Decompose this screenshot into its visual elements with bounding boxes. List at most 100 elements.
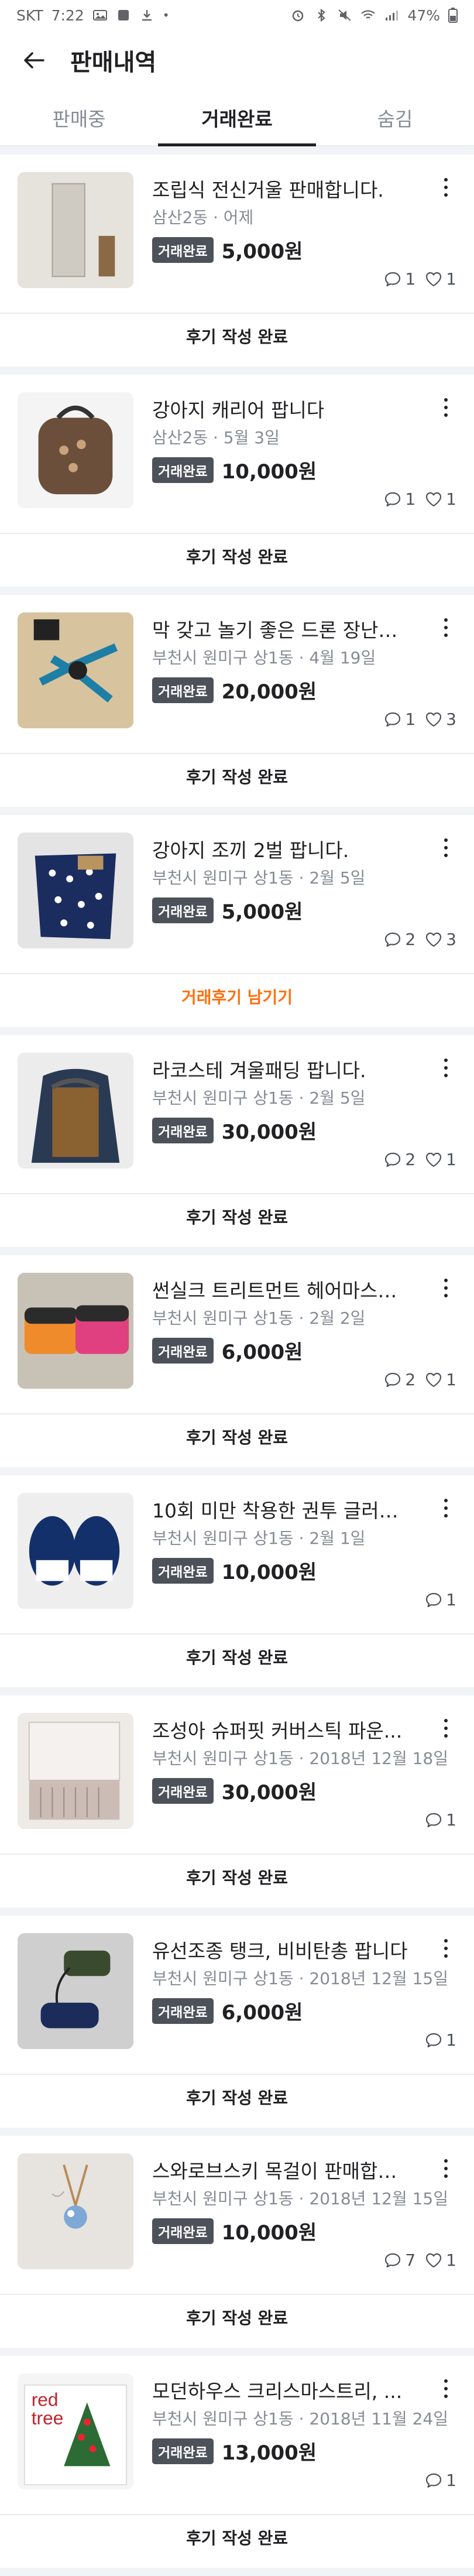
app-bar: 판매내역 <box>0 30 474 90</box>
item-divider <box>0 1027 474 1035</box>
more-options-button[interactable] <box>439 1717 453 1740</box>
item-price: 6,000원 <box>221 1341 303 1364</box>
item-thumbnail[interactable] <box>18 392 133 508</box>
comment-count-group: 7 <box>384 2250 415 2270</box>
item-thumbnail[interactable] <box>18 612 133 728</box>
sold-item-6[interactable]: 썬실크 트리트먼트 헤어마스크... 부천시 원미구 상1동 · 2월 2일 거… <box>0 1255 474 1467</box>
sold-item-5[interactable]: 라코스테 겨울패딩 팝니다. 부천시 원미구 상1동 · 2월 5일 거래완료 … <box>0 1035 474 1247</box>
notification-icon <box>118 10 129 20</box>
status-badge: 거래완료 <box>152 1337 214 1364</box>
item-thumbnail[interactable] <box>18 1273 133 1389</box>
signal-icon <box>386 11 399 20</box>
review-button[interactable]: 후기 작성 완료 <box>0 1413 474 1459</box>
item-title[interactable]: 막 갖고 놀기 좋은 드론 장난감 ... <box>152 615 410 643</box>
review-button[interactable]: 후기 작성 완료 <box>0 1854 474 1899</box>
back-button[interactable] <box>21 47 47 73</box>
item-price: 30,000원 <box>221 1781 317 1804</box>
item-thumbnail[interactable] <box>18 833 133 948</box>
review-button[interactable]: 후기 작성 완료 <box>0 2294 474 2339</box>
sold-item-10[interactable]: 스와로브스키 목걸이 판매합니... 부천시 원미구 상1동 · 2018년 1… <box>0 2136 474 2348</box>
item-price: 6,000원 <box>221 2001 303 2025</box>
arrow-left-icon <box>24 52 44 68</box>
item-title[interactable]: 라코스테 겨울패딩 팝니다. <box>152 1055 410 1083</box>
more-options-button[interactable] <box>439 836 453 859</box>
mute-icon <box>338 9 352 21</box>
comment-count: 1 <box>446 1590 456 1609</box>
item-thumbnail[interactable] <box>18 2153 133 2269</box>
item-thumbnail[interactable] <box>18 1933 133 2049</box>
item-divider <box>0 807 474 815</box>
item-title[interactable]: 조성아 슈퍼핏 커버스틱 파운... <box>152 1715 410 1743</box>
item-title[interactable]: 스와로브스키 목걸이 판매합니... <box>152 2156 410 2184</box>
chat-icon <box>426 2473 442 2488</box>
comment-count: 7 <box>405 2250 416 2270</box>
item-thumbnail[interactable] <box>18 1493 133 1609</box>
item-title[interactable]: 유선조종 탱크, 비비탄총 팝니다 <box>152 1936 410 1964</box>
more-options-button[interactable] <box>439 176 453 199</box>
comment-count-group: 1 <box>425 1810 456 1830</box>
sold-item-11[interactable]: red tree 모던하우스 크리스마스트리, ... 부천시 원미구 상1동 ·… <box>0 2356 474 2568</box>
like-count: 1 <box>446 2250 456 2270</box>
like-count: 1 <box>446 1370 456 1389</box>
sold-item-2[interactable]: 강아지 캐리어 팝니다 삼산2동 · 5월 3일 거래완료 10,000원 1 … <box>0 375 474 587</box>
review-button[interactable]: 후기 작성 완료 <box>0 1193 474 1239</box>
item-title[interactable]: 강아지 캐리어 팝니다 <box>152 395 410 423</box>
tab-completed[interactable]: 거래완료 <box>158 90 316 146</box>
review-button[interactable]: 후기 작성 완료 <box>0 2074 474 2119</box>
item-stats: 1 1 <box>384 269 456 289</box>
chat-icon <box>385 272 401 286</box>
more-options-button[interactable] <box>439 1056 453 1080</box>
review-button[interactable]: 후기 작성 완료 <box>0 1633 474 1679</box>
item-divider <box>0 587 474 595</box>
more-options-button[interactable] <box>439 396 453 419</box>
battery-icon <box>448 8 458 23</box>
chat-icon <box>385 2253 401 2267</box>
comment-count: 2 <box>405 930 416 949</box>
more-options-button[interactable] <box>439 1496 453 1520</box>
item-location-date: 부천시 원미구 상1동 · 2월 5일 <box>152 1088 366 1108</box>
sold-item-8[interactable]: 조성아 슈퍼핏 커버스틱 파운... 부천시 원미구 상1동 · 2018년 1… <box>0 1695 474 1907</box>
more-options-button[interactable] <box>439 2377 453 2400</box>
item-stats: 1 <box>425 2030 456 2050</box>
item-thumbnail[interactable] <box>18 172 133 288</box>
item-title[interactable]: 모던하우스 크리스마스트리, ... <box>152 2376 410 2404</box>
item-location-date: 부천시 원미구 상1동 · 2018년 12월 15일 <box>152 2189 448 2208</box>
heart-icon <box>426 1372 442 1387</box>
item-location-date: 부천시 원미구 상1동 · 2월 5일 <box>152 868 366 888</box>
item-thumbnail[interactable] <box>18 1713 133 1829</box>
sold-item-7[interactable]: 10회 미만 착용한 권투 글러브 ... 부천시 원미구 상1동 · 2월 1… <box>0 1475 474 1687</box>
wifi-icon <box>361 10 376 19</box>
item-title[interactable]: 조립식 전신거울 판매합니다. <box>152 174 410 203</box>
sold-item-9[interactable]: 유선조종 탱크, 비비탄총 팝니다 부천시 원미구 상1동 · 2018년 12… <box>0 1916 474 2128</box>
item-thumbnail[interactable]: red tree <box>18 2373 133 2489</box>
item-thumbnail[interactable] <box>18 1053 133 1169</box>
tab-hidden[interactable]: 숨김 <box>316 90 474 145</box>
more-options-button[interactable] <box>439 1937 453 1960</box>
review-button[interactable]: 후기 작성 완료 <box>0 313 474 358</box>
status-badge: 거래완료 <box>152 1777 214 1804</box>
status-badge: 거래완료 <box>152 1998 214 2024</box>
sold-item-1[interactable]: 조립식 전신거울 판매합니다. 삼산2동 · 어제 거래완료 5,000원 1 … <box>0 155 474 366</box>
item-title[interactable]: 강아지 조끼 2벌 팝니다. <box>152 835 410 863</box>
item-title[interactable]: 썬실크 트리트먼트 헤어마스크... <box>152 1275 410 1303</box>
heart-icon <box>426 2253 442 2267</box>
tab-selling[interactable]: 판매중 <box>0 90 158 145</box>
review-button[interactable]: 후기 작성 완료 <box>0 2514 474 2560</box>
chat-icon <box>385 932 401 947</box>
item-divider <box>0 1467 474 1475</box>
item-stats: 1 <box>425 1590 456 1609</box>
like-count-group: 1 <box>425 1370 456 1389</box>
item-price: 10,000원 <box>221 1561 317 1584</box>
review-button[interactable]: 거래후기 남기기 <box>0 973 474 1019</box>
sold-item-4[interactable]: 강아지 조끼 2벌 팝니다. 부천시 원미구 상1동 · 2월 5일 거래완료 … <box>0 815 474 1027</box>
more-options-button[interactable] <box>439 2157 453 2180</box>
sold-item-3[interactable]: 막 갖고 놀기 좋은 드론 장난감 ... 부천시 원미구 상1동 · 4월 1… <box>0 595 474 807</box>
comment-count-group: 2 <box>384 930 415 949</box>
more-options-button[interactable] <box>439 616 453 639</box>
item-title[interactable]: 10회 미만 착용한 권투 글러브 ... <box>152 1495 410 1523</box>
more-options-button[interactable] <box>439 1276 453 1300</box>
review-button[interactable]: 후기 작성 완료 <box>0 533 474 578</box>
review-button[interactable]: 후기 작성 완료 <box>0 753 474 799</box>
like-count-group: 1 <box>425 489 456 509</box>
heart-icon <box>426 272 442 286</box>
